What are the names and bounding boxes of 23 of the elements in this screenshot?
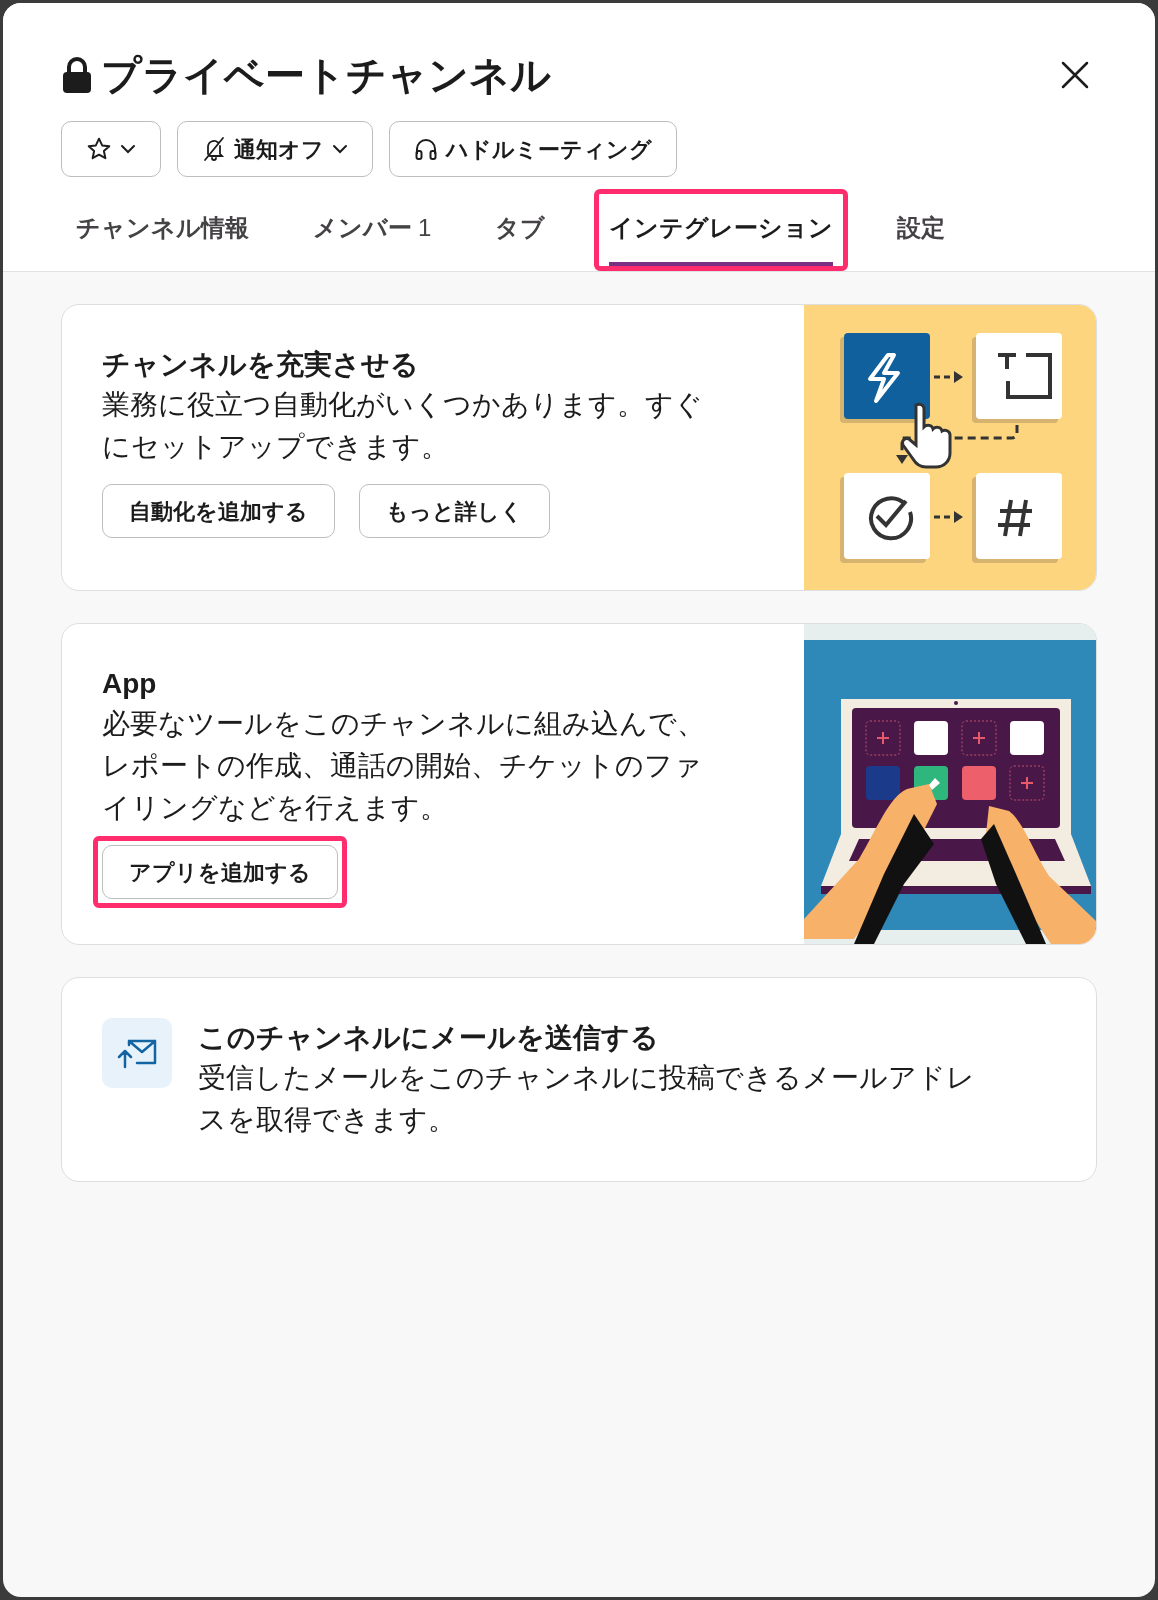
card-title: App (102, 667, 158, 701)
tab[interactable]: 設定 (897, 196, 946, 266)
card-title: このチャンネルにメールを送信する (198, 1021, 660, 1055)
dialog-title: プライベートチャンネル (101, 52, 551, 99)
tab[interactable]: インテグレーション (609, 196, 834, 266)
card-description: 受信したメールをこのチャンネルに投稿できるメールアドレスを取得できます。 (198, 1061, 976, 1138)
tab[interactable]: タブ (495, 196, 546, 266)
star-icon (86, 136, 112, 162)
tab[interactable]: メンバー 1 (313, 196, 432, 266)
card-description: 必要なツールをこのチャンネルに組み込んで、レポートの作成、通話の開始、チケットのファイリングなどを行えます。 (102, 707, 706, 826)
card-description: 業務に役立つ自動化がいくつかあります。すぐにセットアップできます。 (102, 388, 704, 465)
add-app-button[interactable]: アプリを追加する (102, 845, 338, 900)
huddle-button[interactable]: ハドルミーティング (389, 121, 677, 177)
tab[interactable]: チャンネル情報 (76, 196, 249, 266)
email-icon (102, 1018, 172, 1088)
card-title: チャンネルを充実させる (102, 348, 420, 382)
notification-button[interactable]: 通知オフ (177, 121, 373, 177)
star-button[interactable] (61, 121, 161, 177)
card-button[interactable]: もっと詳しく (359, 484, 550, 539)
close-icon (1059, 59, 1091, 91)
bell-slash-icon (202, 136, 226, 162)
headphones-icon (414, 137, 438, 161)
card-button[interactable]: 自動化を追加する (102, 484, 335, 539)
